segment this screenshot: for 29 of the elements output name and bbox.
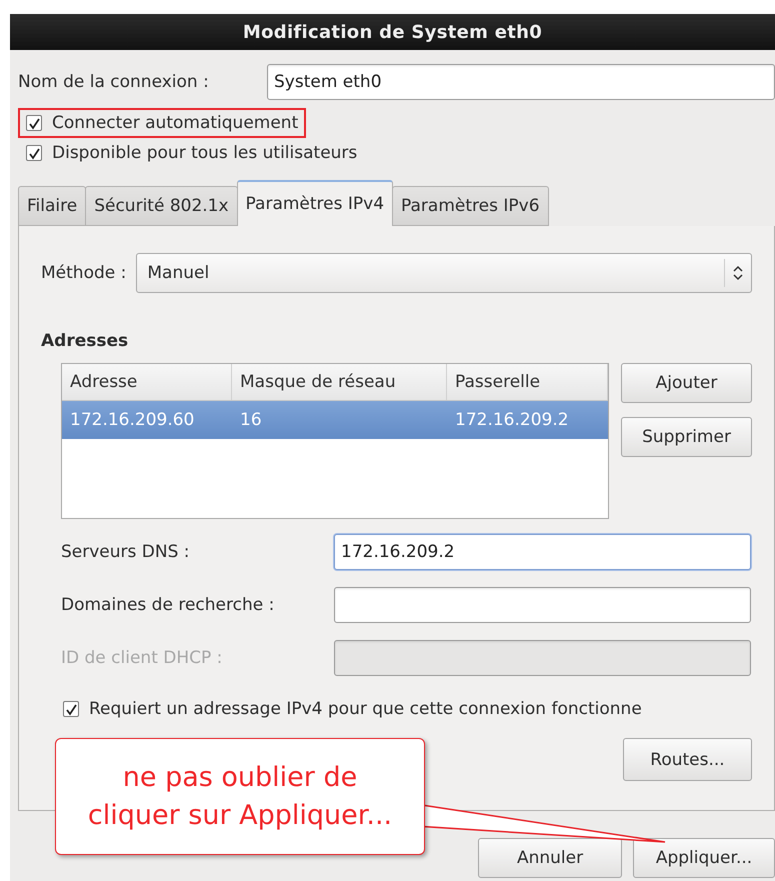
field-label: Nom de la connexion : [18,72,209,92]
field-label: Méthode : [41,263,126,283]
routes-button[interactable]: Routes... [623,738,752,781]
tab[interactable]: Paramètres IPv6 [392,186,549,226]
table-cell-text: 172.16.209.60 [69,409,196,432]
tab[interactable]: Paramètres IPv4 [236,180,394,226]
table-button[interactable]: Supprimer [621,417,752,457]
callout-note: ne pas oublier de cliquer sur Appliquer... [55,738,425,855]
field-label: Serveurs DNS : [61,542,191,562]
method-dropdown[interactable]: Manuel [136,253,752,293]
tab[interactable]: Filaire [18,186,86,226]
column-header[interactable]: Passerelle [447,364,608,400]
table-cell-text: 16 [239,409,263,432]
dialog-button[interactable]: Appliquer... [633,838,775,878]
section-heading: Adresses [41,331,130,351]
field-label: Domaines de recherche : [61,595,276,615]
checkbox-label: Connecter automatiquement [52,113,298,133]
window-title: Modification de System eth0 [10,14,775,50]
tab[interactable]: Sécurité 802.1x [85,186,238,226]
checkbox-label: Requiert un adressage IPv4 pour que cette connexion fonctionne [89,699,642,719]
table-cell-text: 172.16.209.2 [454,409,570,432]
column-header[interactable]: Adresse [62,364,232,400]
table-button[interactable]: Ajouter [621,363,752,403]
dialog-button[interactable]: Annuler [478,838,622,878]
checkbox-label: Disponible pour tous les utilisateurs [52,143,358,163]
input-field[interactable]: System eth0 [267,64,775,100]
field-label: ID de client DHCP : [61,648,224,668]
input-field[interactable]: 172.16.209.2 [334,534,751,570]
column-header[interactable]: Masque de réseau [232,364,447,400]
